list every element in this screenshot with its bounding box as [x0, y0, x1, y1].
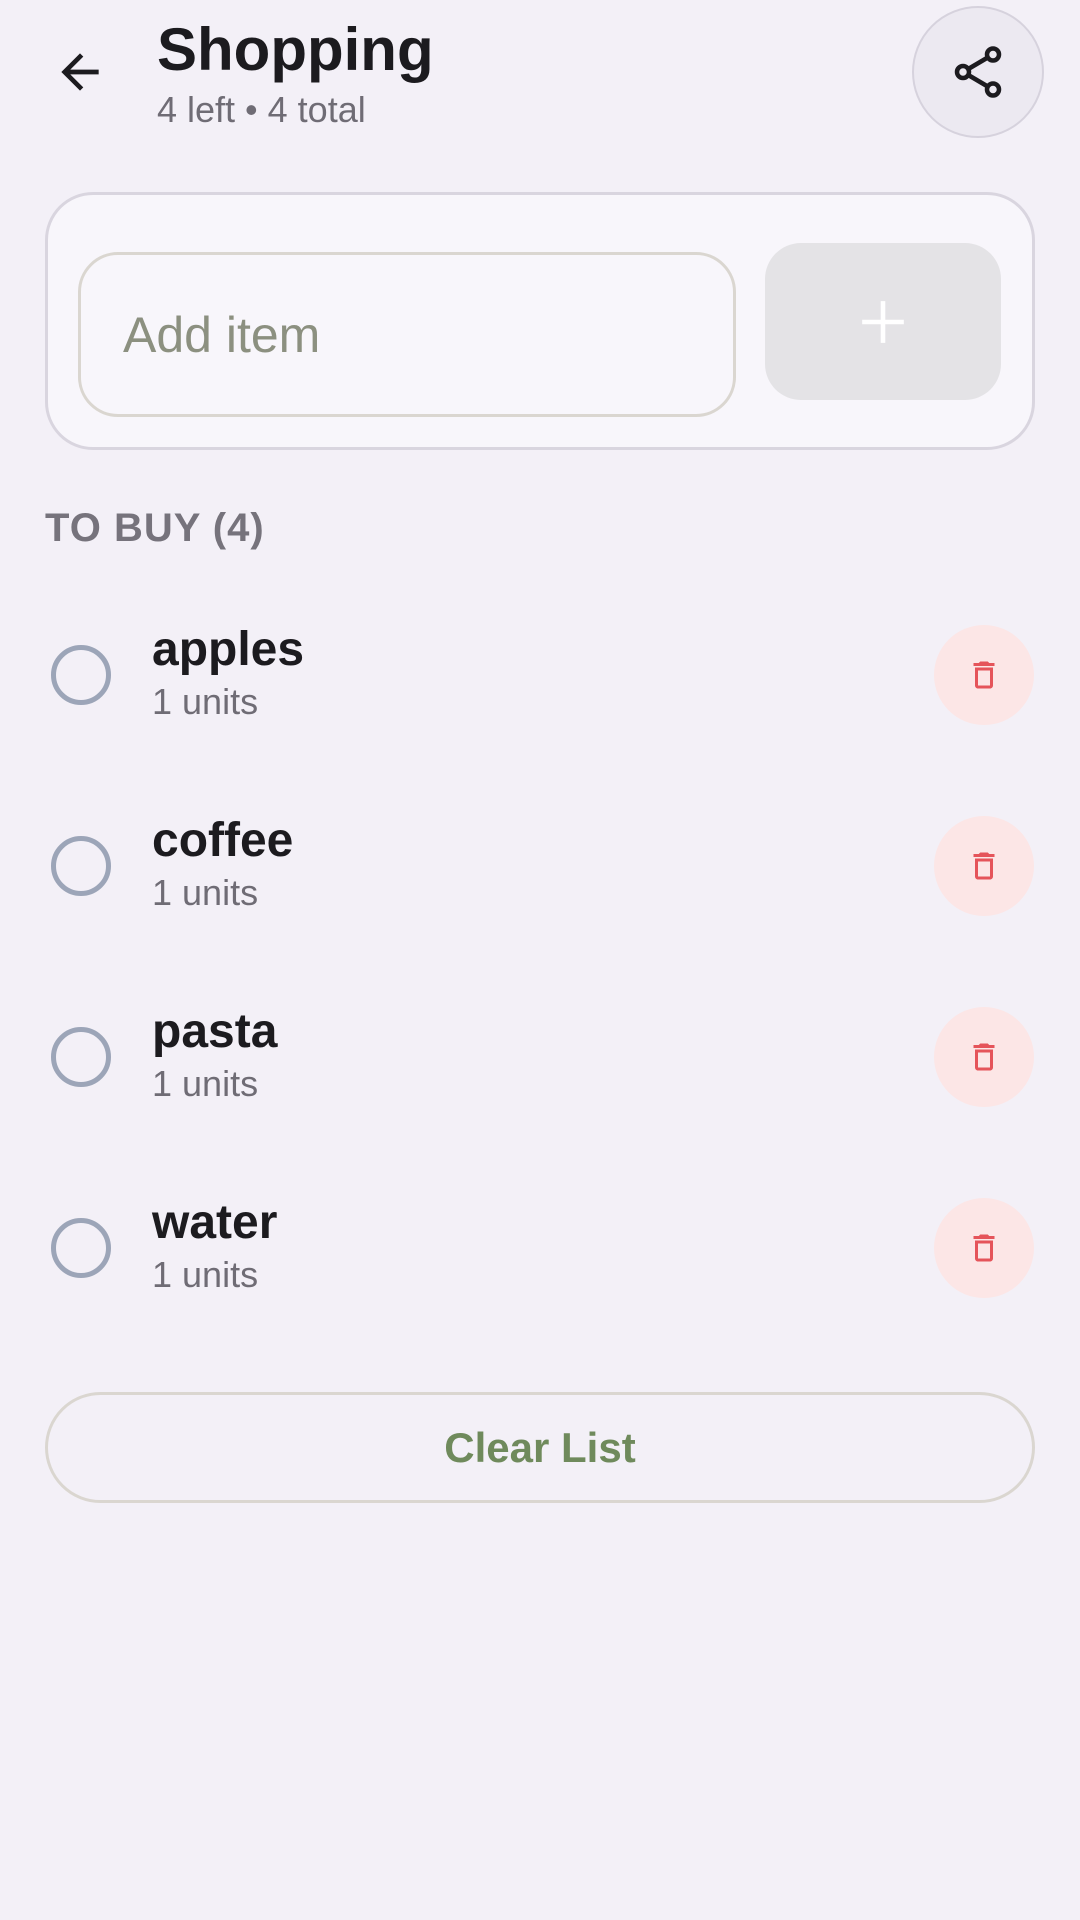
item-quantity: 1 units [152, 872, 259, 913]
item-checkbox[interactable] [51, 836, 111, 896]
trash-icon [973, 852, 995, 880]
page-title: Shopping [157, 16, 434, 83]
list-item: coffee 1 units [0, 791, 1080, 941]
back-button[interactable] [40, 32, 120, 112]
shopping-list-screen: Shopping 4 left • 4 total TO BUY (4) app… [0, 0, 1080, 1920]
item-name: apples [152, 623, 305, 676]
add-item-input[interactable] [78, 252, 736, 417]
arrow-left-icon [61, 53, 99, 91]
list-item: water 1 units [0, 1173, 1080, 1323]
trash-icon [973, 1234, 995, 1262]
add-item-button[interactable] [765, 243, 1001, 400]
item-name: water [152, 1196, 278, 1249]
delete-item-button[interactable] [934, 1007, 1034, 1107]
item-quantity: 1 units [152, 1063, 259, 1104]
item-name: pasta [152, 1005, 278, 1058]
share-button[interactable] [912, 6, 1044, 138]
item-checkbox[interactable] [51, 1027, 111, 1087]
trash-icon [973, 661, 995, 689]
item-quantity: 1 units [152, 1254, 259, 1295]
list-item: pasta 1 units [0, 982, 1080, 1132]
delete-item-button[interactable] [934, 625, 1034, 725]
item-name: coffee [152, 814, 294, 867]
item-quantity: 1 units [152, 681, 259, 722]
item-checkbox[interactable] [51, 1218, 111, 1278]
delete-item-button[interactable] [934, 816, 1034, 916]
share-icon [954, 46, 1002, 98]
section-header: TO BUY (4) [45, 506, 265, 550]
list-item: apples 1 units [0, 600, 1080, 750]
page-subtitle: 4 left • 4 total [157, 89, 366, 130]
plus-icon [862, 300, 904, 343]
clear-list-button[interactable]: Clear List [45, 1392, 1035, 1503]
item-checkbox[interactable] [51, 645, 111, 705]
delete-item-button[interactable] [934, 1198, 1034, 1298]
trash-icon [973, 1043, 995, 1071]
